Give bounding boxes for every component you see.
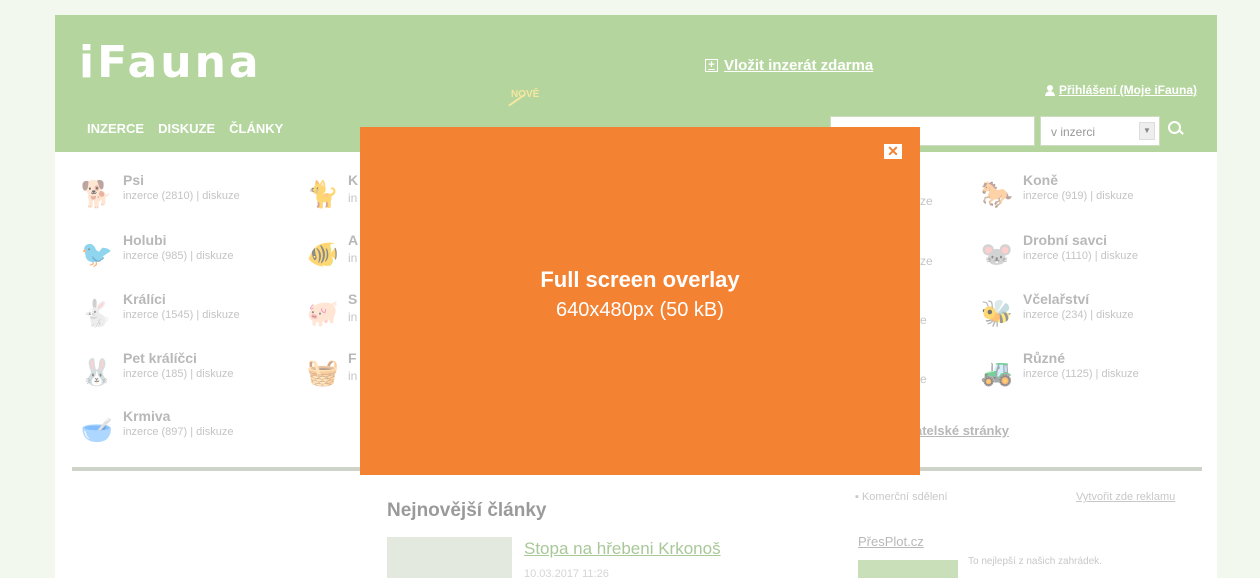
category-partial-name[interactable]: F [348,350,357,366]
latest-articles-heading: Nejnovější články [387,500,547,521]
cat-icon: 🐈 [306,178,340,209]
dog-icon: 🐕 [80,178,114,209]
category-partial-name[interactable]: S [348,291,357,307]
search-scope-select[interactable]: v inzerci ▼ [1040,116,1160,146]
main-nav: INZERCE DISKUZE ČLÁNKY [87,121,283,136]
category-sub: inzerce (919) | diskuze [1023,190,1134,202]
fish-icon: 🐠 [306,238,340,269]
bunny-icon: 🐰 [80,356,114,387]
category-partial-name[interactable]: A [348,232,358,248]
category-partial-sub: ze [920,194,933,208]
nav-item-clanky[interactable]: ČLÁNKY [229,121,283,136]
chevron-down-icon: ▼ [1139,122,1155,140]
category-kralici[interactable]: 🐇 Králíci inzerce (1545) | diskuze [75,291,240,335]
category-partial-name[interactable]: K [348,172,358,188]
rabbit-icon: 🐇 [80,297,114,328]
partner-link[interactable]: PřesPlot.cz [858,534,924,549]
tractor-icon: 🚜 [980,356,1014,387]
category-name: Různé [1023,350,1065,366]
category-sub: inzerce (1545) | diskuze [123,309,240,321]
horse-icon: 🐎 [980,178,1014,209]
category-partial-sub: in [348,191,358,205]
pigeon-icon: 🐦 [80,238,114,269]
category-sub: inzerce (985) | diskuze [123,250,234,262]
friend-pages-link[interactable]: atelské stránky [915,423,1009,438]
post-ad-link[interactable]: + Vložit inzerát zdarma [705,57,873,74]
bee-icon: 🐝 [980,297,1014,328]
category-sub: inzerce (2810) | diskuze [123,190,240,202]
category-partial-sub: in [348,369,358,383]
category-partial-sub: in [348,251,358,265]
user-icon [1044,84,1055,96]
category-name: Holubi [123,232,167,248]
chinchilla-icon: 🐭 [980,238,1014,269]
category-name: Krmiva [123,408,171,424]
basket-icon: 🧺 [306,356,340,387]
page-background: iFauna + Vložit inzerát zdarma Přihlášen… [0,0,1260,578]
create-ad-link[interactable]: Vytvořit zde reklamu [1076,491,1175,503]
search-scope-value: v inzerci [1051,125,1096,139]
category-sub: inzerce (1110) | diskuze [1023,250,1138,262]
overlay-size: 640x480px (50 kB) [556,299,724,321]
category-holubi[interactable]: 🐦 Holubi inzerce (985) | diskuze [75,232,234,276]
category-partial-sub: ze [920,254,933,268]
overlay-title: Full screen overlay [540,267,740,292]
login-link[interactable]: Přihlášení (Moje iFauna) [1044,83,1197,97]
search-icon[interactable] [1168,121,1182,135]
category-kone[interactable]: 🐎 Koně inzerce (919) | diskuze [975,172,1134,216]
category-sub: inzerce (1125) | diskuze [1023,368,1139,380]
category-name: Králíci [123,291,166,307]
category-partial-sub: in [348,310,358,324]
category-name: Včelařství [1023,291,1090,307]
nav-item-inzerce[interactable]: INZERCE [87,121,144,136]
category-name: Psi [123,172,145,188]
category-pet-kralicci[interactable]: 🐰 Pet králíčci inzerce (185) | diskuze [75,350,234,394]
partner-text: To nejlepší z našich zahrádek. [968,556,1102,567]
category-drobni-savci[interactable]: 🐭 Drobní savci inzerce (1110) | diskuze [975,232,1138,276]
category-sub: inzerce (234) | diskuze [1023,309,1134,321]
category-name: Koně [1023,172,1058,188]
login-label: Přihlášení (Moje iFauna) [1058,83,1197,97]
category-partial-sub: e [920,313,927,327]
article-thumbnail[interactable] [387,537,512,578]
category-ruzne[interactable]: 🚜 Různé inzerce (1125) | diskuze [975,350,1139,394]
commercial-label: ▪ Komerční sdělení [855,491,948,503]
category-name: Drobní savci [1023,232,1108,248]
site-logo[interactable]: iFauna [79,37,262,88]
category-psi[interactable]: 🐕 Psi inzerce (2810) | diskuze [75,172,240,216]
nav-item-diskuze[interactable]: DISKUZE [158,121,215,136]
fullscreen-overlay-ad[interactable]: ✕ Full screen overlay 640x480px (50 kB) [360,127,920,475]
category-sub: inzerce (897) | diskuze [123,426,234,438]
article-link[interactable]: Stopa na hřebeni Krkonoš [524,539,721,559]
feed-bowl-icon: 🥣 [80,414,114,445]
plus-icon: + [705,59,718,72]
article-date: 10.03.2017 11:26 [524,568,609,578]
close-icon[interactable]: ✕ [884,144,902,159]
pig-icon: 🐖 [306,297,340,328]
category-krmiva[interactable]: 🥣 Krmiva inzerce (897) | diskuze [75,408,234,452]
post-ad-label: Vložit inzerát zdarma [724,57,874,74]
category-vcelarstvi[interactable]: 🐝 Včelařství inzerce (234) | diskuze [975,291,1134,335]
category-partial-sub: e [920,372,927,386]
category-sub: inzerce (185) | diskuze [123,368,234,380]
category-name: Pet králíčci [123,350,197,366]
partner-banner[interactable] [858,560,958,578]
